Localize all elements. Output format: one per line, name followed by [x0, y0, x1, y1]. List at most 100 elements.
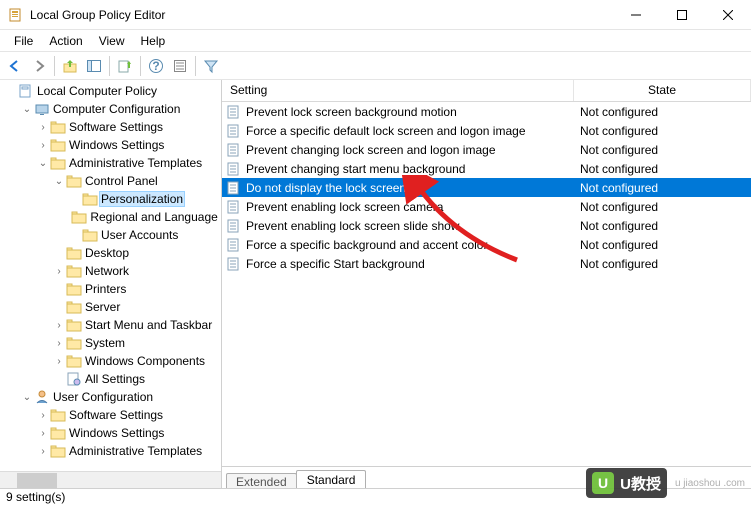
tree-user-accounts[interactable]: ·User Accounts: [0, 226, 221, 244]
tree-software-settings[interactable]: ›Software Settings: [0, 118, 221, 136]
setting-state: Not configured: [574, 124, 751, 138]
up-level-button[interactable]: [59, 55, 81, 77]
menu-view[interactable]: View: [91, 32, 133, 50]
tree-windows-settings[interactable]: ›Windows Settings: [0, 136, 221, 154]
settings-row[interactable]: Prevent changing lock screen and logon i…: [222, 140, 751, 159]
policy-setting-icon: [226, 237, 242, 253]
tree-computer-configuration[interactable]: ⌄Computer Configuration: [0, 100, 221, 118]
filter-button[interactable]: [200, 55, 222, 77]
menu-help[interactable]: Help: [133, 32, 174, 50]
column-state[interactable]: State: [574, 80, 751, 101]
tree-administrative-templates[interactable]: ⌄Administrative Templates: [0, 154, 221, 172]
setting-state: Not configured: [574, 162, 751, 176]
titlebar: Local Group Policy Editor: [0, 0, 751, 30]
tree-pane: ▸Local Computer Policy ⌄Computer Configu…: [0, 80, 222, 488]
maximize-button[interactable]: [659, 0, 705, 30]
toolbar-separator: [195, 56, 196, 76]
help-button[interactable]: ?: [145, 55, 167, 77]
properties-button[interactable]: [169, 55, 191, 77]
tree-desktop[interactable]: ·Desktop: [0, 244, 221, 262]
tree-printers[interactable]: ·Printers: [0, 280, 221, 298]
tree-label: User Configuration: [53, 390, 153, 404]
tree-server[interactable]: ·Server: [0, 298, 221, 316]
tree-label: Control Panel: [85, 174, 158, 188]
toolbar-separator: [54, 56, 55, 76]
tree-label: Windows Components: [85, 354, 205, 368]
tree-user-configuration[interactable]: ⌄User Configuration: [0, 388, 221, 406]
tree-user-windows-settings[interactable]: ›Windows Settings: [0, 424, 221, 442]
back-button[interactable]: [4, 55, 26, 77]
settings-row[interactable]: Prevent enabling lock screen cameraNot c…: [222, 197, 751, 216]
toolbar: ?: [0, 52, 751, 80]
tree-label: Personalization: [99, 191, 185, 207]
window-title: Local Group Policy Editor: [30, 8, 613, 22]
policy-setting-icon: [226, 123, 242, 139]
column-setting[interactable]: Setting: [222, 80, 574, 101]
setting-state: Not configured: [574, 181, 751, 195]
setting-name: Force a specific default lock screen and…: [246, 124, 526, 138]
menubar: File Action View Help: [0, 30, 751, 52]
tree-all-settings[interactable]: ·All Settings: [0, 370, 221, 388]
setting-state: Not configured: [574, 219, 751, 233]
tree-label: All Settings: [85, 372, 145, 386]
watermark-logo: U: [592, 472, 614, 494]
tree-system[interactable]: ›System: [0, 334, 221, 352]
export-button[interactable]: [114, 55, 136, 77]
policy-setting-icon: [226, 142, 242, 158]
settings-row[interactable]: Prevent lock screen background motionNot…: [222, 102, 751, 121]
tree-label: Local Computer Policy: [37, 84, 157, 98]
settings-row[interactable]: Force a specific default lock screen and…: [222, 121, 751, 140]
settings-row[interactable]: Do not display the lock screen Not config…: [222, 178, 751, 197]
toolbar-separator: [109, 56, 110, 76]
close-button[interactable]: [705, 0, 751, 30]
tree-windows-components[interactable]: ›Windows Components: [0, 352, 221, 370]
setting-state: Not configured: [574, 200, 751, 214]
setting-name: Prevent changing lock screen and logon i…: [246, 143, 496, 157]
minimize-button[interactable]: [613, 0, 659, 30]
list-header: Setting State: [222, 80, 751, 102]
tab-standard[interactable]: Standard: [296, 470, 367, 488]
toolbar-separator: [140, 56, 141, 76]
tree-label: Printers: [85, 282, 126, 296]
settings-row[interactable]: Force a specific background and accent c…: [222, 235, 751, 254]
policy-tree[interactable]: ▸Local Computer Policy ⌄Computer Configu…: [0, 80, 221, 462]
setting-name: Prevent changing start menu background: [246, 162, 465, 176]
policy-setting-icon: [226, 104, 242, 120]
setting-state: Not configured: [574, 257, 751, 271]
menu-file[interactable]: File: [6, 32, 41, 50]
policy-setting-icon: [226, 161, 242, 177]
list-pane: Setting State Prevent lock screen backgr…: [222, 80, 751, 488]
policy-setting-icon: [226, 180, 242, 196]
horizontal-scrollbar[interactable]: [0, 471, 221, 488]
tree-label: Windows Settings: [69, 138, 164, 152]
settings-row[interactable]: Prevent enabling lock screen slide showN…: [222, 216, 751, 235]
menu-action[interactable]: Action: [41, 32, 90, 50]
tree-start-menu[interactable]: ›Start Menu and Taskbar: [0, 316, 221, 334]
tree-user-software-settings[interactable]: ›Software Settings: [0, 406, 221, 424]
tree-label: Administrative Templates: [69, 444, 202, 458]
settings-row[interactable]: Force a specific Start backgroundNot con…: [222, 254, 751, 273]
setting-name: Do not display the lock screen: [246, 181, 406, 195]
forward-button[interactable]: [28, 55, 50, 77]
tree-regional-language[interactable]: ·Regional and Language: [0, 208, 221, 226]
settings-list[interactable]: Prevent lock screen background motionNot…: [222, 102, 751, 273]
tree-user-admin-templates[interactable]: ›Administrative Templates: [0, 442, 221, 460]
setting-state: Not configured: [574, 105, 751, 119]
svg-text:?: ?: [152, 59, 159, 73]
settings-row[interactable]: Prevent changing start menu background No…: [222, 159, 751, 178]
show-hide-tree-button[interactable]: [83, 55, 105, 77]
tree-root[interactable]: ▸Local Computer Policy: [0, 82, 221, 100]
watermark-brand: U教授: [620, 473, 661, 494]
tree-personalization[interactable]: ·Personalization: [0, 190, 221, 208]
tab-extended[interactable]: Extended: [226, 473, 297, 488]
tree-label: Desktop: [85, 246, 129, 260]
tree-label: Software Settings: [69, 408, 163, 422]
app-icon: [8, 7, 24, 23]
tree-network[interactable]: ›Network: [0, 262, 221, 280]
tree-control-panel[interactable]: ⌄Control Panel: [0, 172, 221, 190]
watermark: U U教授 u jiaoshou .com: [586, 468, 745, 498]
tree-label: System: [85, 336, 125, 350]
tree-label: Windows Settings: [69, 426, 164, 440]
content-area: ▸Local Computer Policy ⌄Computer Configu…: [0, 80, 751, 488]
tree-label: Computer Configuration: [53, 102, 180, 116]
